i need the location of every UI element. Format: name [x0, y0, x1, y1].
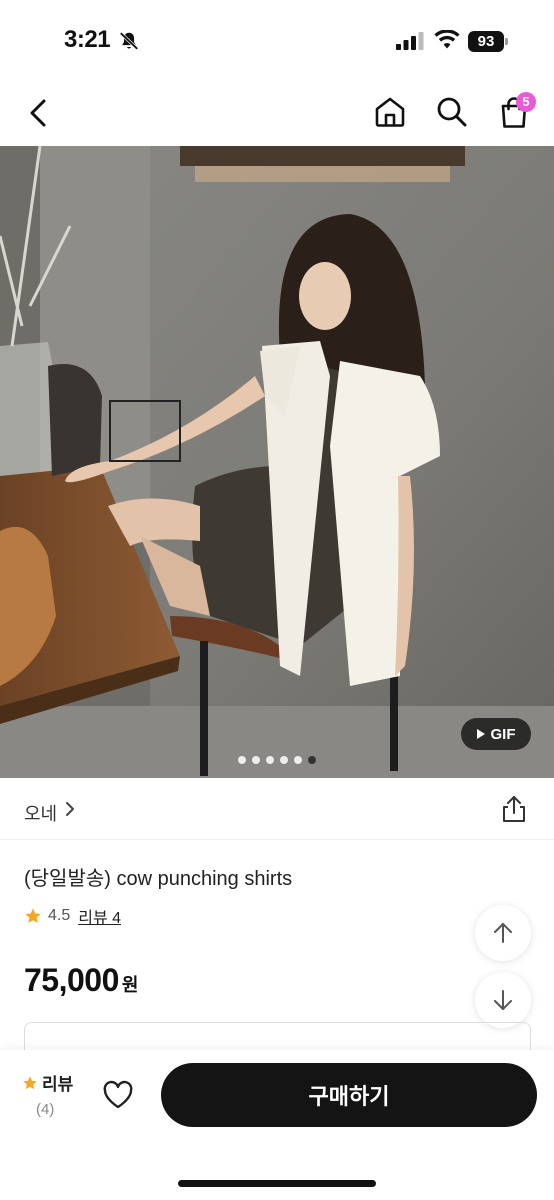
play-icon: [476, 729, 485, 739]
battery-level: 93: [468, 31, 504, 52]
product-photo: [0, 146, 554, 778]
bottom-action-bar: 리뷰 (4) 구매하기: [0, 1050, 554, 1200]
carousel-dot[interactable]: [252, 756, 260, 764]
home-indicator: [178, 1180, 376, 1187]
battery-cap: [505, 38, 508, 45]
review-count-link[interactable]: 리뷰 4: [78, 904, 121, 928]
review-summary-button[interactable]: 리뷰 (4): [22, 1070, 82, 1118]
buy-button[interactable]: 구매하기: [161, 1063, 537, 1127]
back-arrow-icon[interactable]: [22, 96, 56, 130]
gif-label: GIF: [490, 725, 516, 743]
product-title: (당일발송) cow punching shirts: [24, 868, 293, 890]
scroll-top-button[interactable]: [475, 905, 531, 961]
carousel-dot[interactable]: [238, 756, 246, 764]
brand-row[interactable]: 오네: [0, 778, 554, 840]
cellular-signal-icon: [396, 32, 424, 50]
home-icon[interactable]: [372, 94, 408, 130]
chevron-right-icon: [66, 802, 74, 816]
arrow-down-icon: [494, 990, 512, 1010]
gif-toggle-button[interactable]: GIF: [461, 718, 531, 750]
price-currency: 원: [121, 975, 139, 995]
top-nav: [0, 80, 554, 146]
battery-indicator: 93: [468, 31, 508, 52]
product-image-carousel[interactable]: GIF: [0, 146, 554, 778]
heart-icon[interactable]: [102, 1080, 134, 1110]
search-icon[interactable]: [434, 94, 470, 130]
price: 75,000 원: [24, 962, 138, 999]
star-icon: [25, 908, 41, 923]
review-count: (4): [36, 1101, 55, 1118]
rating-row: 4.5 리뷰 4: [24, 905, 121, 927]
share-icon[interactable]: [500, 794, 528, 824]
cart-count-badge: 5: [516, 92, 536, 112]
carousel-dot[interactable]: [280, 756, 288, 764]
carousel-dot[interactable]: [266, 756, 274, 764]
brand-name[interactable]: 오네: [24, 800, 57, 826]
scroll-bottom-button[interactable]: [475, 972, 531, 1028]
carousel-pagination: [238, 756, 316, 764]
wifi-icon: [434, 30, 460, 49]
carousel-dot-active[interactable]: [308, 756, 316, 764]
star-icon: [23, 1075, 37, 1089]
arrow-up-icon: [494, 923, 512, 943]
bell-muted-icon: [119, 32, 139, 50]
status-bar: 3:21 93: [0, 0, 554, 80]
carousel-dot[interactable]: [294, 756, 302, 764]
status-time: 3:21: [64, 26, 111, 53]
rating-value: 4.5: [48, 907, 71, 924]
review-label: 리뷰: [42, 1075, 74, 1094]
price-amount: 75,000: [24, 962, 119, 998]
